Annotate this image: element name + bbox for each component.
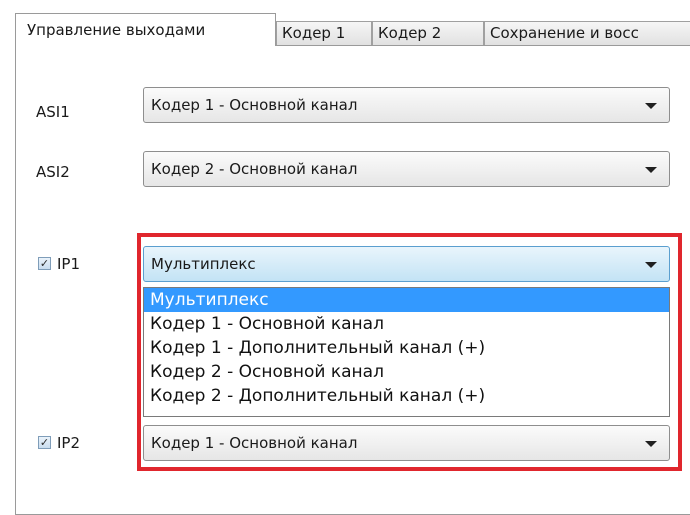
checkmark-icon: ✓	[39, 257, 50, 270]
dropdown-option[interactable]: Кодер 2 - Дополнительный канал (+)	[144, 384, 669, 408]
ip2-label: IP2	[57, 434, 81, 452]
checkmark-icon: ✓	[39, 436, 50, 449]
ip1-label: IP1	[57, 255, 81, 273]
dropdown-option[interactable]: Кодер 1 - Дополнительный канал (+)	[144, 336, 669, 360]
dropdown-option[interactable]: Кодер 2 - Основной канал	[144, 360, 669, 384]
chevron-down-icon	[645, 167, 657, 173]
ip2-select-value: Кодер 1 - Основной канал	[151, 434, 358, 452]
tab-strip: Управление выходами Кодер 1 Кодер 2 Сохр…	[0, 0, 690, 46]
tab-save-restore[interactable]: Сохранение и восс	[484, 21, 690, 45]
ip1-select[interactable]: Мультиплекс	[143, 246, 670, 282]
ip1-select-value: Мультиплекс	[151, 255, 256, 273]
asi2-select[interactable]: Кодер 2 - Основной канал	[143, 151, 670, 187]
ip2-select[interactable]: Кодер 1 - Основной канал	[143, 425, 670, 461]
chevron-down-icon	[645, 103, 657, 109]
asi1-label: ASI1	[36, 103, 70, 121]
ip1-checkbox[interactable]: ✓	[38, 257, 51, 270]
tab-encoder-2[interactable]: Кодер 2	[372, 21, 484, 45]
asi2-label: ASI2	[36, 163, 70, 181]
asi2-select-value: Кодер 2 - Основной канал	[151, 160, 358, 178]
chevron-down-icon	[645, 262, 657, 268]
tab-output-control[interactable]: Управление выходами	[15, 13, 276, 46]
asi1-select-value: Кодер 1 - Основной канал	[151, 96, 358, 114]
dropdown-option[interactable]: Мультиплекс	[144, 288, 669, 312]
dropdown-option[interactable]: Кодер 1 - Основной канал	[144, 312, 669, 336]
asi1-select[interactable]: Кодер 1 - Основной канал	[143, 87, 670, 123]
tab-encoder-1[interactable]: Кодер 1	[276, 21, 372, 45]
chevron-down-icon	[645, 441, 657, 447]
ip1-dropdown-list: Мультиплекс Кодер 1 - Основной канал Код…	[143, 287, 670, 417]
ip2-checkbox[interactable]: ✓	[38, 436, 51, 449]
